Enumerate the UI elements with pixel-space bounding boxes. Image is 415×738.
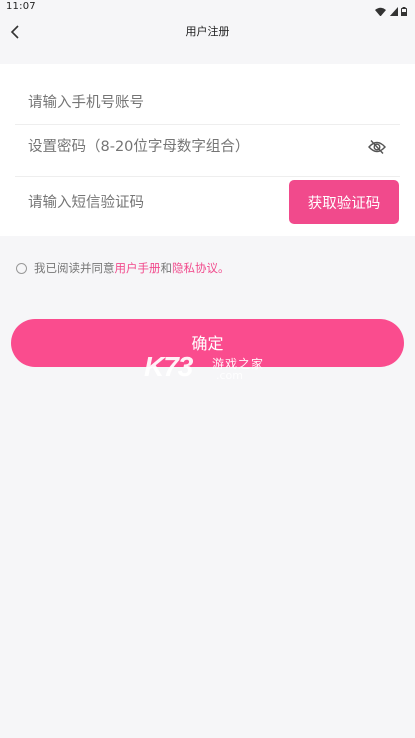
agreement-suffix: 。 (218, 261, 230, 275)
wifi-icon (375, 2, 386, 17)
divider (15, 124, 400, 125)
sms-code-input[interactable] (28, 192, 268, 214)
registration-form: 获取验证码 (0, 64, 415, 236)
agreement-radio[interactable] (16, 262, 27, 274)
confirm-button[interactable]: 确定 (11, 319, 404, 367)
privacy-policy-link[interactable]: 隐私协议 (172, 260, 218, 276)
page-title: 用户注册 (185, 25, 230, 38)
watermark-domain: .com (216, 369, 243, 382)
divider (15, 176, 400, 177)
header: 用户注册 (0, 16, 415, 64)
agreement-text: 我已阅读并同意 (34, 261, 115, 275)
battery-icon (401, 2, 407, 17)
password-input[interactable] (28, 136, 358, 158)
status-icons (375, 2, 407, 17)
agreement: 我已阅读并同意 用户手册 和 隐私协议 。 (16, 260, 230, 276)
status-bar: 11:07 (0, 0, 415, 17)
agreement-and: 和 (160, 261, 173, 275)
status-time: 11:07 (6, 1, 36, 12)
phone-input[interactable] (28, 92, 368, 114)
user-manual-link[interactable]: 用户手册 (115, 260, 161, 276)
get-code-button[interactable]: 获取验证码 (289, 180, 399, 224)
eye-off-icon[interactable] (368, 139, 386, 155)
cellular-signal-icon (389, 2, 398, 17)
